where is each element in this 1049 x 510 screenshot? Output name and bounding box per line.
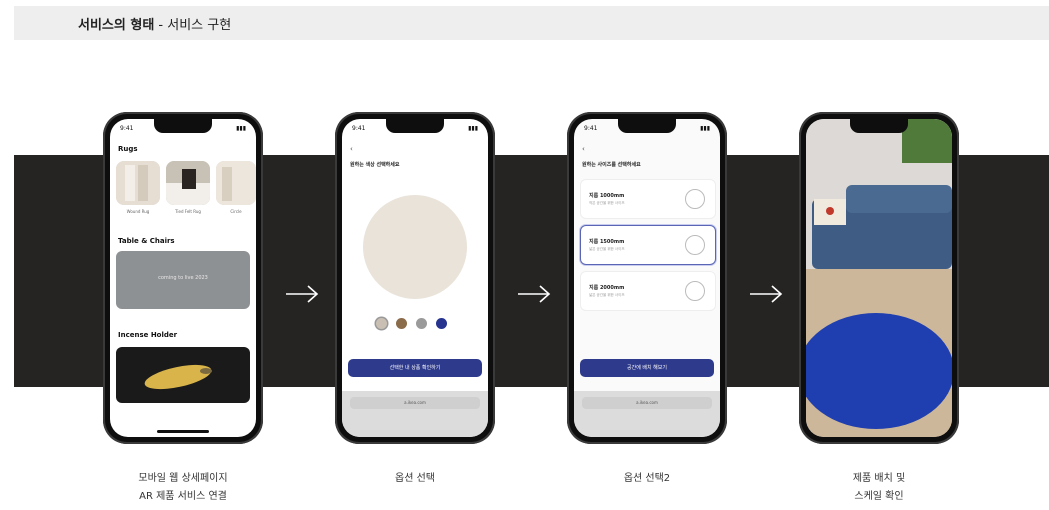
caption-line: AR 제품 서비스 연결 [139, 491, 227, 502]
banner-text: coming to live 2023 [158, 275, 208, 281]
size-option-sub: 넓은 공간을 위한 사이즈 [589, 293, 625, 297]
rug-size-icon [685, 235, 705, 255]
size-option-sub: 넓은 공간을 위한 사이즈 [589, 247, 625, 251]
screen-heading: 원하는 사이즈를 선택하세요 [582, 162, 641, 168]
size-option-title: 지름 2000mm [589, 285, 625, 291]
rug-size-icon [685, 281, 705, 301]
section-title-tables: Table & Chairs [118, 237, 175, 245]
arrow-right-icon [286, 285, 319, 303]
home-indicator [157, 430, 209, 433]
rug-floor-icon [166, 161, 210, 205]
coming-soon-banner[interactable]: coming to live 2023 [116, 251, 250, 309]
phone-notch [618, 119, 676, 133]
url-bar[interactable]: a.ikea.com [582, 397, 712, 409]
caption-line: 모바일 웹 상세페이지 [138, 473, 228, 484]
phone-size-option: 9:41 ▮▮▮ ‹ 원하는 사이즈를 선택하세요 지름 1000mm 작은 공간… [567, 112, 727, 444]
size-option-title: 지름 1000mm [589, 193, 625, 199]
status-time: 9:41 [352, 125, 366, 132]
caption-line: 옵션 선택 [395, 473, 435, 484]
confirm-button[interactable]: 선택한 내 상품 확인하기 [348, 359, 482, 377]
back-chevron-icon[interactable]: ‹ [582, 145, 585, 153]
size-option-card[interactable]: 지름 2000mm 넓은 공간을 위한 사이즈 [580, 271, 716, 311]
arrow-right-icon [750, 285, 783, 303]
phone-color-option: 9:41 ▮▮▮ ‹ 원하는 색상 선택하세요 선택한 내 상품 확인하기 a.i… [335, 112, 495, 444]
caption-line: 스케일 확인 [854, 491, 904, 502]
caption-step-3: 옵션 선택2 [547, 470, 747, 488]
incense-holder-image[interactable] [116, 347, 250, 403]
page-title-bold: 서비스의 형태 [78, 18, 155, 33]
thumb-label: Circle [230, 209, 242, 214]
color-swatch-navy[interactable] [436, 318, 447, 329]
place-in-space-button[interactable]: 공간에 배치 해보기 [580, 359, 714, 377]
rug-roll-icon [216, 161, 256, 205]
back-chevron-icon[interactable]: ‹ [350, 145, 353, 153]
rug-roll-icon [116, 161, 160, 205]
caption-step-1: 모바일 웹 상세페이지 AR 제품 서비스 연결 [83, 470, 283, 506]
thumb-label: Tied Felt Rug [175, 209, 201, 214]
caption-step-4: 제품 배치 및스케일 확인 [779, 470, 979, 506]
product-thumb-rug[interactable] [166, 161, 210, 205]
page-title: 서비스의 형태 - 서비스 구현 [78, 14, 231, 33]
battery-icon: ▮▮▮ [468, 125, 478, 132]
status-time: 9:41 [120, 125, 134, 132]
size-option-sub: 작은 공간을 위한 사이즈 [589, 201, 625, 205]
ar-room-scene [806, 119, 952, 437]
phone-notch [850, 119, 908, 133]
screen-heading: 원하는 색상 선택하세요 [350, 162, 400, 168]
caption-line: 제품 배치 및 [852, 473, 906, 484]
phone-notch [154, 119, 212, 133]
caption-step-2: 옵션 선택 [315, 470, 515, 488]
rug-preview [363, 195, 467, 299]
color-swatch-beige[interactable] [376, 318, 387, 329]
size-option-title: 지름 1500mm [589, 239, 625, 245]
thumb-label: Wound Rug [126, 209, 150, 214]
color-swatch-gray[interactable] [416, 318, 427, 329]
size-option-card[interactable]: 지름 1000mm 작은 공간을 위한 사이즈 [580, 179, 716, 219]
url-bar[interactable]: a.ikea.com [350, 397, 480, 409]
battery-icon: ▮▮▮ [236, 125, 246, 132]
size-option-card-selected[interactable]: 지름 1500mm 넓은 공간을 위한 사이즈 [580, 225, 716, 265]
rug-size-icon [685, 189, 705, 209]
product-thumb-rug[interactable] [116, 161, 160, 205]
phone-product-page: 9:41 ▮▮▮ Rugs Wound Rug Tied Felt Rug Cir… [103, 112, 263, 444]
phone-screen [806, 119, 952, 437]
browser-toolbar: a.ikea.com [574, 391, 720, 437]
phone-screen: 9:41 ▮▮▮ ‹ 원하는 색상 선택하세요 선택한 내 상품 확인하기 a.i… [342, 119, 488, 437]
incense-holder-icon [144, 364, 212, 390]
phone-screen: 9:41 ▮▮▮ Rugs Wound Rug Tied Felt Rug Cir… [110, 119, 256, 437]
status-time: 9:41 [584, 125, 598, 132]
section-title-rugs: Rugs [118, 145, 138, 153]
phone-screen: 9:41 ▮▮▮ ‹ 원하는 사이즈를 선택하세요 지름 1000mm 작은 공간… [574, 119, 720, 437]
battery-icon: ▮▮▮ [700, 125, 710, 132]
color-swatch-brown[interactable] [396, 318, 407, 329]
arrow-right-icon [518, 285, 551, 303]
phone-notch [386, 119, 444, 133]
browser-toolbar: a.ikea.com [342, 391, 488, 437]
caption-line: 옵션 선택2 [623, 473, 671, 484]
phone-ar-view [799, 112, 959, 444]
section-title-incense: Incense Holder [118, 331, 178, 339]
product-thumb-rug[interactable] [216, 161, 256, 205]
page-title-rest: - 서비스 구현 [154, 18, 232, 33]
